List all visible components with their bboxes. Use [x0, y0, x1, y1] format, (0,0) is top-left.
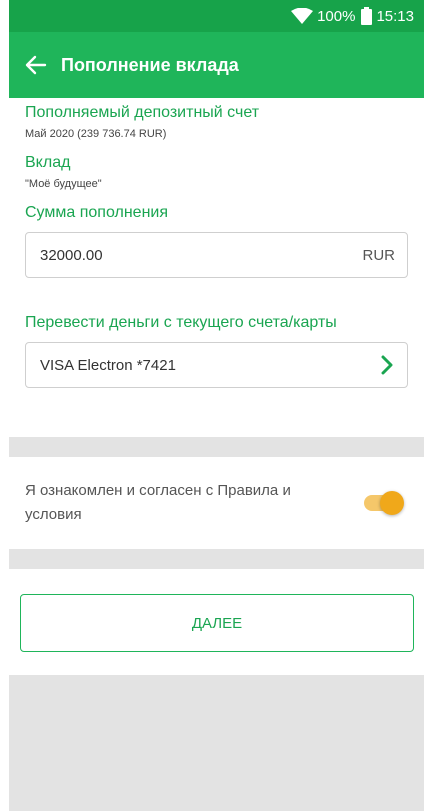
next-button[interactable]: ДАЛЕЕ	[20, 594, 414, 652]
amount-currency: RUR	[362, 246, 396, 264]
deposit-account-section: Пополняемый депозитный счет Май 2020 (23…	[25, 104, 408, 140]
deposit-section: Вклад "Моё будущее"	[25, 154, 408, 190]
agreement-text: Я ознакомлен и согласен с Правила и усло…	[25, 482, 291, 523]
amount-label: Сумма пополнения	[25, 204, 168, 221]
next-area: ДАЛЕЕ	[9, 569, 424, 675]
amount-input[interactable]: 32000.00 RUR	[25, 232, 408, 278]
battery-icon	[361, 7, 373, 25]
wifi-icon	[291, 8, 314, 24]
battery-percent: 100%	[317, 7, 356, 25]
divider-band	[9, 437, 424, 457]
screen: 100% 15:13 Пополнение вклада Пополняемый…	[0, 0, 433, 811]
app-bar: Пополнение вклада	[9, 32, 424, 98]
deposit-account-value: Май 2020 (239 736.74 RUR)	[25, 128, 167, 140]
agreement-toggle[interactable]	[358, 490, 408, 516]
source-value: VISA Electron *7421	[40, 356, 176, 374]
agreement-row: Я ознакомлен и согласен с Правила и усло…	[9, 457, 424, 549]
source-section: Перевести деньги с текущего счета/карты …	[25, 314, 408, 388]
amount-value: 32000.00	[40, 246, 103, 264]
form-card: Пополняемый депозитный счет Май 2020 (23…	[9, 98, 424, 437]
toggle-knob	[380, 491, 404, 515]
amount-section: Сумма пополнения 32000.00 RUR	[25, 204, 408, 278]
clock: 15:13	[376, 7, 414, 25]
page-title: Пополнение вклада	[61, 54, 239, 75]
source-label: Перевести деньги с текущего счета/карты	[25, 314, 337, 331]
arrow-left-icon[interactable]	[25, 54, 47, 76]
chevron-right-icon	[381, 355, 393, 375]
deposit-value: "Моё будущее"	[25, 178, 102, 190]
source-selector[interactable]: VISA Electron *7421	[25, 342, 408, 388]
status-bar: 100% 15:13	[9, 0, 424, 32]
divider-band	[9, 549, 424, 569]
deposit-account-label: Пополняемый депозитный счет	[25, 104, 260, 121]
deposit-label: Вклад	[25, 154, 71, 171]
